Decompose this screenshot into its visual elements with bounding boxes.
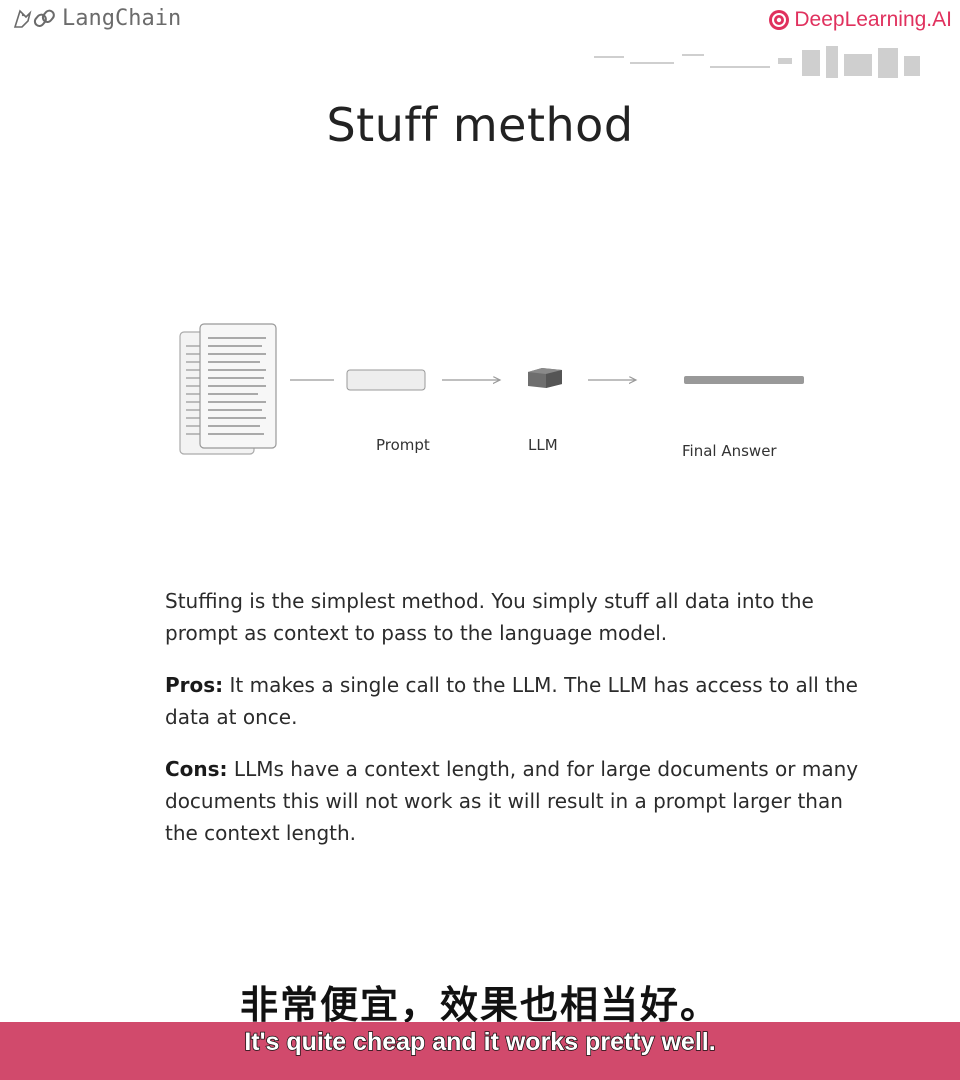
cons-paragraph: Cons: LLMs have a context length, and fo… [165,753,865,849]
prompt-label: Prompt [376,436,430,454]
stuff-method-diagram: Prompt LLM Final Answer [170,318,830,478]
prompt-box [346,369,426,391]
llm-cube-icon [528,368,562,388]
pros-text: It makes a single call to the LLM. The L… [165,673,858,729]
langchain-wordmark: LangChain [62,6,182,31]
deeplearning-ai-logo: DeepLearning.AI [768,8,952,32]
pros-paragraph: Pros: It makes a single call to the LLM.… [165,669,865,733]
deeplearning-ai-icon [769,10,790,30]
parrot-chain-icon [13,8,55,28]
pros-label: Pros: [165,673,224,697]
llm-label: LLM [528,436,558,454]
subtitle-english: It's quite cheap and it works pretty wel… [244,1027,717,1057]
documents-stack-icon [179,323,277,455]
deeplearning-ai-wordmark: DeepLearning.AI [794,8,952,31]
slide-body: Stuffing is the simplest method. You sim… [165,585,865,869]
cons-text: LLMs have a context length, and for larg… [165,757,859,845]
scan-noise-artifact [594,46,920,78]
intro-paragraph: Stuffing is the simplest method. You sim… [165,589,814,645]
final-answer-bar [684,376,804,384]
final-answer-label: Final Answer [682,442,777,460]
slide-title: Stuff method [326,98,634,152]
langchain-logo: LangChain [12,6,181,31]
cons-label: Cons: [165,757,228,781]
subtitle-chinese: 非常便宜，效果也相当好。 [239,983,720,1027]
